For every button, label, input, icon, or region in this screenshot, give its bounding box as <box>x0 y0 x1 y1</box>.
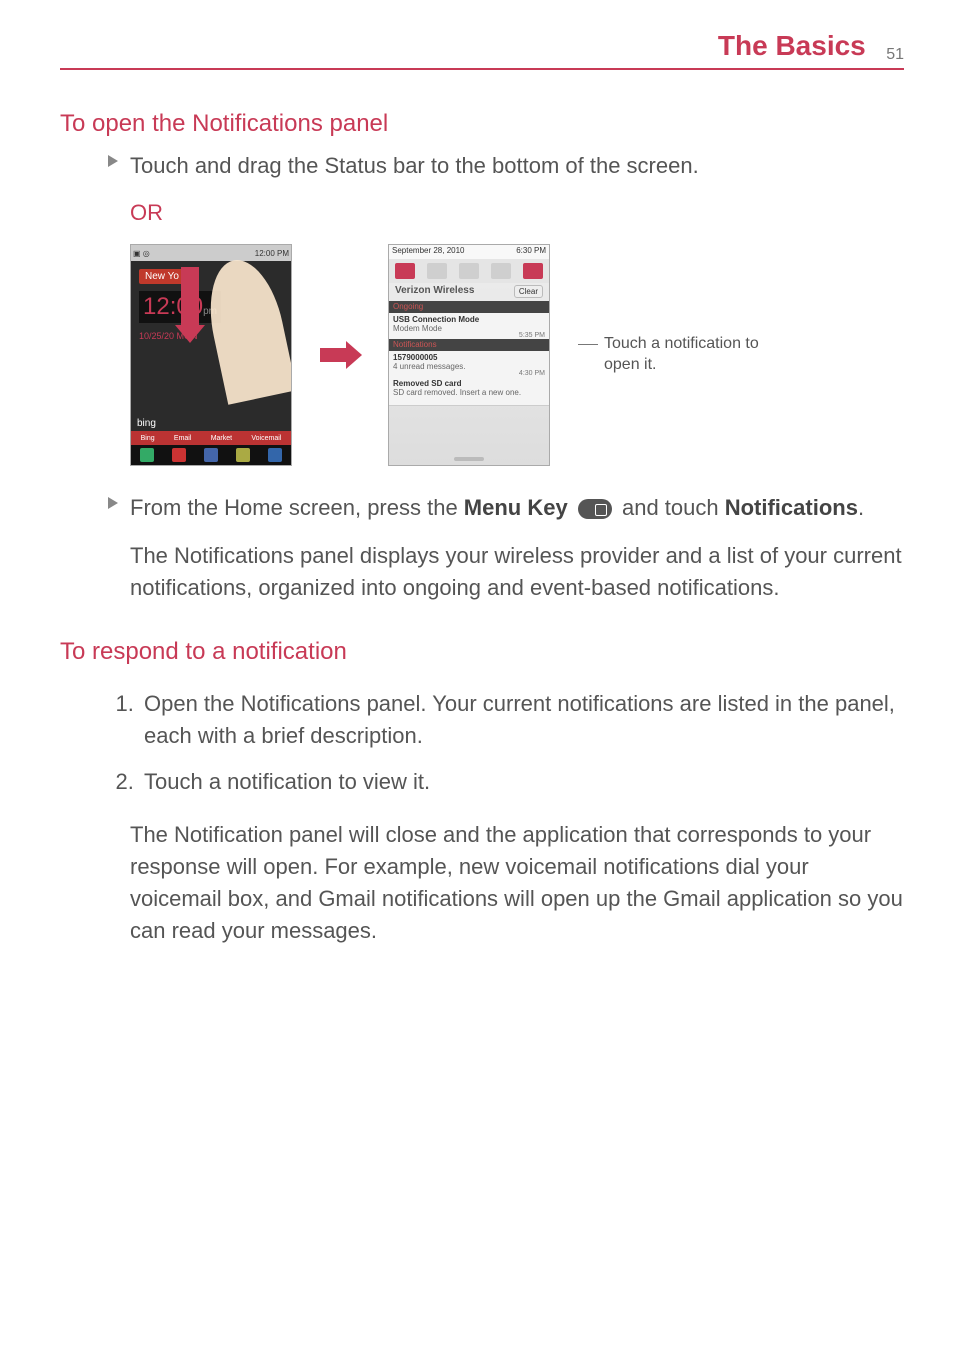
carrier-label: Verizon Wireless <box>395 285 474 296</box>
instruction-text-post: and touch <box>622 495 725 520</box>
page-header: The Basics 51 <box>60 30 904 70</box>
clock-widget: 12:00pm <box>139 291 221 323</box>
dock-bar <box>131 445 291 465</box>
heading-open-notifications: To open the Notifications panel <box>60 110 904 138</box>
respond-description: The Notification panel will close and th… <box>130 819 904 947</box>
notifications-label: Notifications <box>725 495 858 520</box>
notification-subtitle: SD card removed. Insert a new one. <box>393 388 545 397</box>
toggle-airplane-icon[interactable] <box>523 263 543 279</box>
shortcut-bar: Bing Email Market Voicemail <box>131 431 291 445</box>
toggle-sound-icon[interactable] <box>395 263 415 279</box>
bing-widget: bing <box>137 418 156 429</box>
heading-respond-notification: To respond to a notification <box>60 638 904 666</box>
panel-drag-handle-icon[interactable] <box>454 457 484 461</box>
callout-text: Touch a notification to open it. <box>604 334 784 376</box>
notification-sdcard[interactable]: Removed SD card SD card removed. Insert … <box>389 377 549 406</box>
figure-notifications: ▣ ◎ 12:00 PM New Yo 12:00pm 10/25/20 MON… <box>130 244 904 466</box>
dock-browser-icon[interactable] <box>268 448 282 462</box>
finger-gesture-icon <box>199 253 292 404</box>
notification-title: 1579000005 <box>393 353 545 362</box>
quick-toggles <box>389 259 549 283</box>
instruction-text: Touch and drag the Status bar to the bot… <box>130 153 699 178</box>
notification-messages[interactable]: 1579000005 4 unread messages. 4:30 PM <box>389 351 549 380</box>
toggle-wifi-icon[interactable] <box>427 263 447 279</box>
callout-wrap: Touch a notification to open it. <box>578 334 784 376</box>
status-bar[interactable]: ▣ ◎ 12:00 PM <box>131 245 291 261</box>
nav-market[interactable]: Market <box>211 435 232 442</box>
notification-usb[interactable]: USB Connection Mode Modem Mode 5:35 PM <box>389 313 549 342</box>
menu-key-icon <box>578 499 612 519</box>
section-title: The Basics <box>718 30 866 61</box>
panel-description: The Notifications panel displays your wi… <box>130 540 904 604</box>
notification-title: USB Connection Mode <box>393 315 545 324</box>
status-icons: ▣ ◎ <box>133 249 150 258</box>
nav-voicemail[interactable]: Voicemail <box>251 435 281 442</box>
dock-phone-icon[interactable] <box>140 448 154 462</box>
period: . <box>858 495 864 520</box>
bullet-arrow-icon <box>108 155 118 167</box>
toggle-bluetooth-icon[interactable] <box>459 263 479 279</box>
toggle-gps-icon[interactable] <box>491 263 511 279</box>
page-number: 51 <box>886 46 904 63</box>
menu-key-label: Menu Key <box>464 495 568 520</box>
panel-time: 6:30 PM <box>516 246 546 260</box>
nav-bing[interactable]: Bing <box>141 435 155 442</box>
or-separator: OR <box>130 200 904 226</box>
weather-city: New Yo <box>139 269 185 284</box>
callout-leader-line-icon <box>578 344 598 345</box>
clear-button[interactable]: Clear <box>514 285 543 298</box>
notification-title: Removed SD card <box>393 379 545 388</box>
instruction-text-pre: From the Home screen, press the <box>130 495 464 520</box>
screenshot-notifications-panel: September 28, 2010 6:30 PM Verizon Wirel… <box>388 244 550 466</box>
nav-email[interactable]: Email <box>174 435 192 442</box>
instruction-menu-key: From the Home screen, press the Menu Key… <box>130 492 904 524</box>
status-time: 12:00 PM <box>255 249 289 258</box>
dock-messaging-icon[interactable] <box>236 448 250 462</box>
notification-time: 4:30 PM <box>519 370 545 377</box>
panel-date: September 28, 2010 <box>392 246 465 260</box>
bullet-arrow-icon <box>108 497 118 509</box>
swipe-down-arrow-icon <box>181 267 199 327</box>
screenshot-home-screen: ▣ ◎ 12:00 PM New Yo 12:00pm 10/25/20 MON… <box>130 244 292 466</box>
notification-time: 5:35 PM <box>519 332 545 339</box>
dock-contacts-icon[interactable] <box>172 448 186 462</box>
dock-apps-icon[interactable] <box>204 448 218 462</box>
steps-list: Open the Notifications panel. Your curre… <box>112 688 904 798</box>
step-2: Touch a notification to view it. <box>140 766 904 798</box>
instruction-drag-statusbar: Touch and drag the Status bar to the bot… <box>130 150 904 182</box>
step-1: Open the Notifications panel. Your curre… <box>140 688 904 752</box>
